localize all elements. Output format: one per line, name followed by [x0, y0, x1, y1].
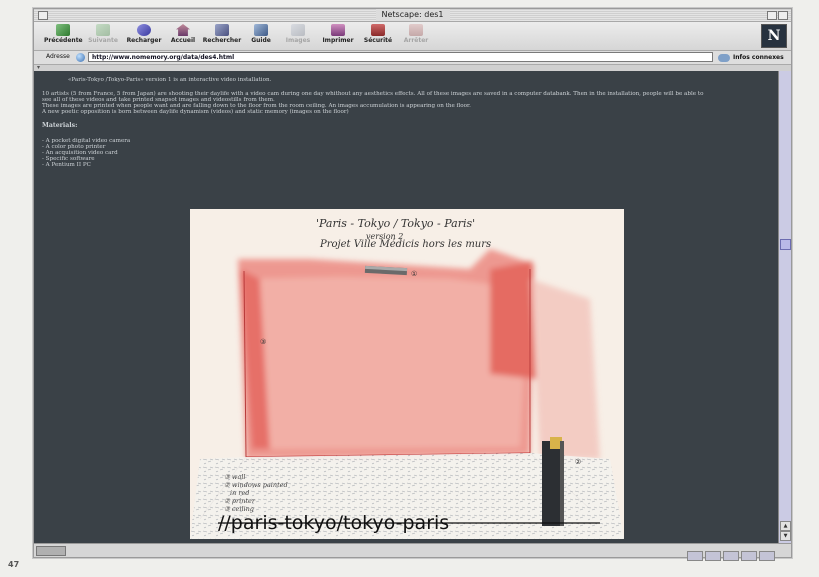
materials-item-5: - A Pentium II PC [42, 162, 91, 168]
materials-heading: Materials: [42, 122, 78, 129]
scroll-up-arrow-icon[interactable]: ▲ [780, 521, 791, 531]
sketch-mark-3: ③ [260, 338, 266, 346]
intro-text: «Paris-Tokyo /Tokyo-Paris» version 1 is … [68, 77, 272, 83]
status-security-indicator[interactable] [36, 546, 66, 556]
sketch-mark-2: ② [575, 458, 581, 466]
sketch-mark-1: ① [411, 270, 417, 278]
back-label: Précédente [44, 37, 83, 44]
sketch-note-4: ② printer [224, 497, 256, 505]
sketch-title: 'Paris - Tokyo / Tokyo - Paris' [316, 217, 475, 230]
print-button[interactable]: Imprimer [321, 23, 355, 49]
page-number: 47 [8, 560, 20, 569]
guide-label: Guide [251, 37, 271, 44]
netscape-logo[interactable]: N [761, 24, 787, 48]
reload-button[interactable]: Recharger [125, 23, 163, 49]
images-button[interactable]: Images [284, 23, 312, 49]
print-label: Imprimer [322, 37, 354, 44]
printer-icon [331, 24, 345, 36]
home-icon [176, 24, 190, 36]
scroll-thumb[interactable] [780, 239, 791, 250]
related-info-label: Infos connexes [733, 54, 784, 61]
page-content: «Paris-Tokyo /Tokyo-Paris» version 1 is … [34, 71, 778, 543]
forward-label: Suivante [88, 37, 118, 44]
navigator-icon[interactable] [687, 551, 703, 561]
stop-button[interactable]: Arrêter [401, 23, 431, 49]
images-label: Images [285, 37, 311, 44]
collapse-box[interactable] [778, 11, 788, 20]
guide-button[interactable]: Guide [247, 23, 275, 49]
stop-label: Arrêter [403, 37, 429, 44]
sketch-note-2: ② windows painted [224, 481, 288, 489]
navigation-toolbar: Précédente Suivante Recharger Accueil Re… [34, 22, 791, 51]
news-icon[interactable] [741, 551, 757, 561]
page-proxy-icon[interactable] [76, 53, 85, 62]
address-label: Adresse [46, 53, 70, 60]
composer-icon[interactable] [723, 551, 739, 561]
edit-icon[interactable] [759, 551, 775, 561]
forward-arrow-icon [96, 24, 110, 36]
url-field[interactable]: http://www.nomemory.org/data/des4.html [88, 52, 713, 62]
reload-icon [137, 24, 151, 36]
title-bar[interactable]: Netscape: des1 [34, 9, 791, 22]
search-icon [215, 24, 229, 36]
address-bar: Adresse http://www.nomemory.org/data/des… [34, 51, 791, 65]
guide-icon [254, 24, 268, 36]
sketch-drawing: 'Paris - Tokyo / Tokyo - Paris' version … [190, 209, 624, 539]
back-arrow-icon [56, 24, 70, 36]
mail-icon[interactable] [705, 551, 721, 561]
window-title: Netscape: des1 [375, 9, 450, 21]
related-info-button[interactable]: Infos connexes [718, 52, 784, 63]
search-label: Rechercher [202, 37, 242, 44]
installation-sketch-image: 'Paris - Tokyo / Tokyo - Paris' version … [190, 209, 624, 539]
sketch-subtitle: Projet Ville Médicis hors les murs [319, 239, 491, 250]
related-info-icon [718, 53, 730, 62]
sketch-note-1: ③ wall [224, 473, 246, 481]
home-button[interactable]: Accueil [168, 23, 198, 49]
paragraph-3: A new poetic opposition is born between … [42, 109, 349, 115]
component-bar [685, 546, 775, 561]
back-button[interactable]: Précédente [44, 23, 83, 49]
stop-icon [409, 24, 423, 36]
security-button[interactable]: Sécurité [361, 23, 395, 49]
vertical-scrollbar[interactable]: ▲ ▼ [778, 71, 791, 543]
browser-window: Netscape: des1 Précédente Suivante Recha… [33, 8, 792, 561]
status-bar [34, 543, 791, 561]
zoom-box[interactable] [767, 11, 777, 20]
close-box[interactable] [38, 11, 48, 20]
home-label: Accueil [170, 37, 196, 44]
images-icon [291, 24, 305, 36]
security-label: Sécurité [363, 37, 393, 44]
search-button[interactable]: Rechercher [202, 23, 242, 49]
reload-label: Recharger [126, 37, 162, 44]
sketch-note-3: in red [230, 489, 249, 497]
forward-button[interactable]: Suivante [86, 23, 120, 49]
scroll-down-arrow-icon[interactable]: ▼ [780, 531, 791, 541]
lock-icon [371, 24, 385, 36]
